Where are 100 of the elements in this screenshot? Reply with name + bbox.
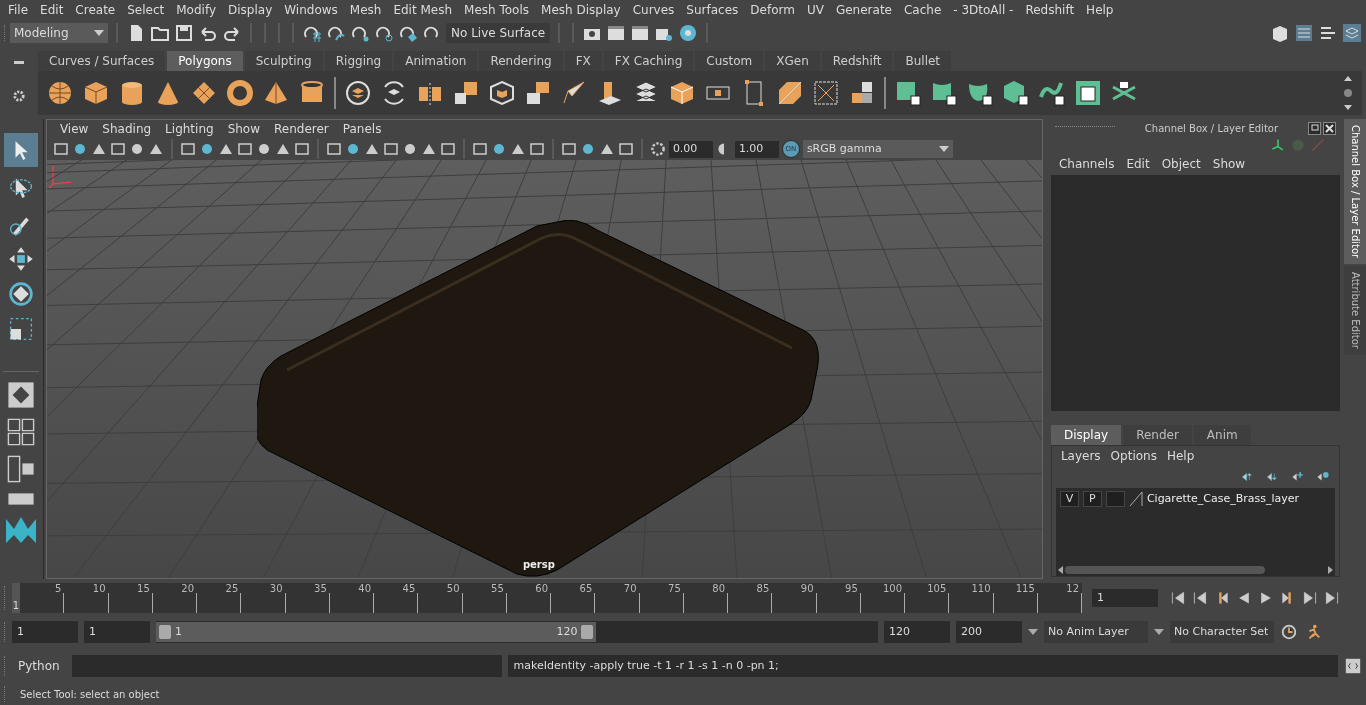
shelf-tab[interactable]: XGen [765, 51, 820, 71]
caret-icon[interactable] [1028, 629, 1038, 635]
script-language-label[interactable]: Python [12, 657, 66, 675]
channel-menu-item[interactable]: Object [1155, 155, 1207, 173]
playback-end-field[interactable]: 120 [884, 621, 950, 643]
menu-icon[interactable] [14, 61, 24, 65]
panel-menu-item[interactable]: Shading [95, 120, 159, 138]
menu-item[interactable]: Help [1080, 1, 1120, 19]
settings-icon[interactable] [12, 88, 26, 103]
view-transform-dropdown[interactable]: sRGB gamma [802, 140, 953, 158]
scale-tool-icon[interactable] [8, 316, 35, 342]
float-panel-icon[interactable] [1308, 121, 1321, 135]
exposure-field[interactable]: 0.00 [668, 140, 713, 158]
live-surface-field[interactable]: No Live Surface [446, 23, 550, 43]
menu-item[interactable]: Surfaces [680, 1, 745, 19]
menu-item[interactable]: Redshift [1019, 1, 1081, 19]
anim-layer-field[interactable]: No Anim Layer [1044, 621, 1148, 643]
combine-icon[interactable] [344, 79, 372, 107]
uv-editor-icon[interactable] [1074, 79, 1102, 107]
side-tab[interactable]: Channel Box / Layer Editor [1344, 119, 1366, 265]
save-icon[interactable] [174, 23, 194, 43]
attribute-panel-icon[interactable] [1294, 23, 1314, 43]
playback-start-field[interactable]: 1 [84, 621, 150, 643]
close-icon[interactable] [1323, 121, 1336, 135]
range-bar[interactable] [156, 622, 597, 642]
layer-menu-item[interactable]: Options [1105, 447, 1162, 465]
menu-item[interactable]: Cache [897, 1, 948, 19]
menu-item[interactable]: File [2, 1, 35, 19]
clapperboard-icon[interactable] [606, 23, 626, 43]
rotate-tool-icon[interactable] [8, 281, 35, 307]
torus-icon[interactable] [226, 79, 254, 107]
time-slider[interactable]: 1 5 10 15 20 25 30 35 40 45 50 55 60 65 70 75 80 85 90 95 100 105 110 115 12 [12, 583, 1082, 613]
four-view-layout-icon[interactable] [7, 418, 36, 446]
playback-toggle[interactable]: P [1082, 491, 1102, 507]
layers-icon[interactable] [1342, 23, 1362, 43]
aperture-icon[interactable] [649, 141, 666, 157]
menu-item[interactable]: Curves [626, 1, 681, 19]
uv-plane-icon[interactable] [894, 79, 922, 107]
menu-item[interactable]: Mesh [343, 1, 388, 19]
channel-menu-item[interactable]: Edit [1120, 155, 1156, 173]
single-view-layout-icon[interactable] [7, 381, 36, 409]
grid-blocks-icon[interactable] [524, 79, 552, 107]
menu-item[interactable]: Select [121, 1, 171, 19]
gamma-field[interactable]: 1.00 [734, 140, 779, 158]
menu-item[interactable]: UV [800, 1, 830, 19]
command-input[interactable] [71, 655, 502, 677]
side-by-side-layout-icon[interactable] [7, 455, 36, 483]
outliner-layout-icon[interactable] [7, 492, 36, 506]
channel-menu-item[interactable]: Show [1206, 155, 1252, 173]
menu-item[interactable]: Mesh Tools [458, 1, 536, 19]
axis-gizmo-icon[interactable] [1270, 137, 1286, 153]
shelf-tab[interactable]: Sculpting [244, 51, 323, 71]
menu-item[interactable]: Edit [34, 1, 70, 19]
go-to-end-icon[interactable] [1324, 590, 1340, 606]
menu-item[interactable]: Mesh Display [535, 1, 627, 19]
layer-menu-item[interactable]: Help [1161, 447, 1200, 465]
menu-item[interactable]: Edit Mesh [387, 1, 459, 19]
channel-menu-item[interactable]: Channels [1052, 155, 1121, 173]
shelf-tab[interactable]: Curves / Surfaces [38, 51, 166, 71]
shelf-tab[interactable]: Rendering [479, 51, 563, 71]
shelf-tab[interactable]: Custom [695, 51, 764, 71]
menu-item[interactable]: - 3DtoAll - [947, 1, 1020, 19]
wire-cube-icon[interactable] [488, 79, 516, 107]
go-to-start-icon[interactable] [1170, 590, 1186, 606]
clock-icon[interactable] [1280, 623, 1298, 641]
character-set-field[interactable]: No Character Set [1170, 621, 1274, 643]
start-time-field[interactable]: 1 [12, 621, 78, 643]
step-back-icon[interactable] [1192, 590, 1208, 606]
display-type-toggle[interactable] [1105, 491, 1125, 507]
panel-menu-item[interactable]: Panels [335, 120, 389, 138]
layer-tab[interactable]: Anim [1193, 425, 1251, 445]
pyramid-icon[interactable] [262, 79, 290, 107]
range-handle[interactable] [581, 625, 594, 639]
menu-item[interactable]: Windows [278, 1, 344, 19]
step-forward-icon[interactable] [1302, 590, 1318, 606]
panel-menu-item[interactable]: Renderer [267, 120, 336, 138]
menu-item[interactable]: Deform [744, 1, 801, 19]
sphere-icon[interactable] [46, 79, 74, 107]
shelf-tab[interactable]: Polygons [167, 51, 243, 71]
range-handle[interactable] [159, 625, 171, 639]
caret-icon[interactable] [1154, 629, 1164, 635]
layer-tab[interactable]: Display [1050, 425, 1122, 445]
move-tool-icon[interactable] [8, 246, 35, 272]
panel-menu-item[interactable]: View [52, 120, 96, 138]
maya-logo-icon[interactable] [4, 515, 39, 545]
panel-menu-item[interactable]: Show [220, 120, 267, 138]
layer-tab[interactable]: Render [1123, 425, 1192, 445]
visibility-toggle[interactable]: V [1059, 491, 1079, 507]
menu-set-dropdown[interactable]: Modeling [10, 23, 108, 43]
bevel-icon[interactable] [776, 79, 804, 107]
shelf-tab[interactable]: Redshift [821, 51, 893, 71]
range-slider[interactable]: 1 120 [156, 621, 878, 643]
cube-icon[interactable] [668, 79, 696, 107]
menu-item[interactable]: Display [222, 1, 279, 19]
grid-blocks-icon[interactable] [452, 79, 480, 107]
target-square-icon[interactable] [812, 79, 840, 107]
layer-menu-item[interactable]: Layers [1055, 447, 1106, 465]
side-tab[interactable]: Attribute Editor [1344, 266, 1366, 356]
menu-item[interactable]: Generate [829, 1, 898, 19]
shelf-tab[interactable]: FX [564, 51, 602, 71]
